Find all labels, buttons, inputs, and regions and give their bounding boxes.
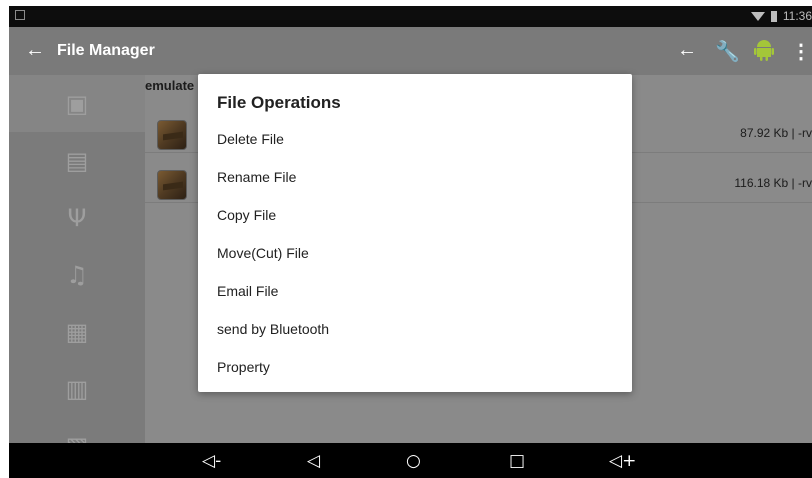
sidebar-item-music[interactable]: ♫ xyxy=(9,246,145,303)
wifi-icon xyxy=(750,11,765,21)
image-thumbnail-icon xyxy=(157,170,187,200)
rename-file-option[interactable]: Rename File xyxy=(198,159,632,197)
screen: 11:36 ← File Manager ← 🔧 ⋮ ▣ ▤ Ψ ♫ ▦ ▥ e… xyxy=(0,0,812,478)
notification-icon xyxy=(15,10,25,20)
email-file-option[interactable]: Email File xyxy=(198,273,632,311)
move-file-option[interactable]: Move(Cut) File xyxy=(198,235,632,273)
back-triangle-icon[interactable]: ◁ xyxy=(307,451,320,471)
copy-file-option[interactable]: Copy File xyxy=(198,197,632,235)
back-arrow-icon[interactable]: ← xyxy=(25,39,45,62)
usb-icon: Ψ xyxy=(67,203,87,232)
navigation-bar: ◁- ◁ ○ □ ◁+ xyxy=(9,443,812,478)
wrench-icon[interactable]: 🔧 xyxy=(715,39,740,64)
home-circle-icon[interactable]: ○ xyxy=(406,451,421,471)
app-bar: ← File Manager ← 🔧 ⋮ xyxy=(9,27,812,75)
option-label: send by Bluetooth xyxy=(217,321,330,337)
status-time: 11:36 xyxy=(782,9,812,23)
sidebar-item-usb[interactable]: Ψ xyxy=(9,189,145,246)
volume-up-icon[interactable]: ◁+ xyxy=(609,451,636,471)
video-icon: ▥ xyxy=(65,374,89,403)
image-icon: ▦ xyxy=(65,317,89,346)
sidebar-item-videos[interactable]: ▥ xyxy=(9,360,145,417)
android-icon[interactable] xyxy=(754,39,774,67)
option-label: Rename File xyxy=(217,169,297,185)
option-label: Delete File xyxy=(217,131,284,147)
status-bar: 11:36 xyxy=(9,6,812,27)
sd-card-icon: ▤ xyxy=(65,146,89,175)
option-label: Move(Cut) File xyxy=(217,245,309,261)
battery-icon xyxy=(770,10,777,22)
app-title: File Manager xyxy=(57,42,155,59)
dialog-title: File Operations xyxy=(217,93,341,112)
send-bluetooth-option[interactable]: send by Bluetooth xyxy=(198,311,632,349)
sidebar: ▣ ▤ Ψ ♫ ▦ ▥ ▧ xyxy=(9,75,145,460)
sidebar-item-storage[interactable]: ▣ xyxy=(9,75,145,132)
file-meta: 116.18 Kb | -rv xyxy=(734,176,812,190)
option-label: Property xyxy=(217,359,270,375)
navigate-back-icon[interactable]: ← xyxy=(677,39,697,62)
file-meta: 87.92 Kb | -rv xyxy=(740,126,812,140)
property-option[interactable]: Property xyxy=(198,349,632,387)
current-path: emulate xyxy=(145,78,195,93)
music-icon: ♫ xyxy=(66,260,88,289)
option-label: Email File xyxy=(217,283,279,299)
storage-icon: ▣ xyxy=(65,89,89,118)
more-vert-icon[interactable]: ⋮ xyxy=(791,39,811,64)
recents-square-icon[interactable]: □ xyxy=(509,451,525,471)
option-label: Copy File xyxy=(217,207,277,223)
sidebar-item-sd-card[interactable]: ▤ xyxy=(9,132,145,189)
delete-file-option[interactable]: Delete File xyxy=(198,121,632,159)
image-thumbnail-icon xyxy=(157,120,187,150)
file-operations-dialog: File Operations Delete File Rename File … xyxy=(198,74,632,392)
volume-down-icon[interactable]: ◁- xyxy=(202,451,221,471)
sidebar-item-images[interactable]: ▦ xyxy=(9,303,145,360)
